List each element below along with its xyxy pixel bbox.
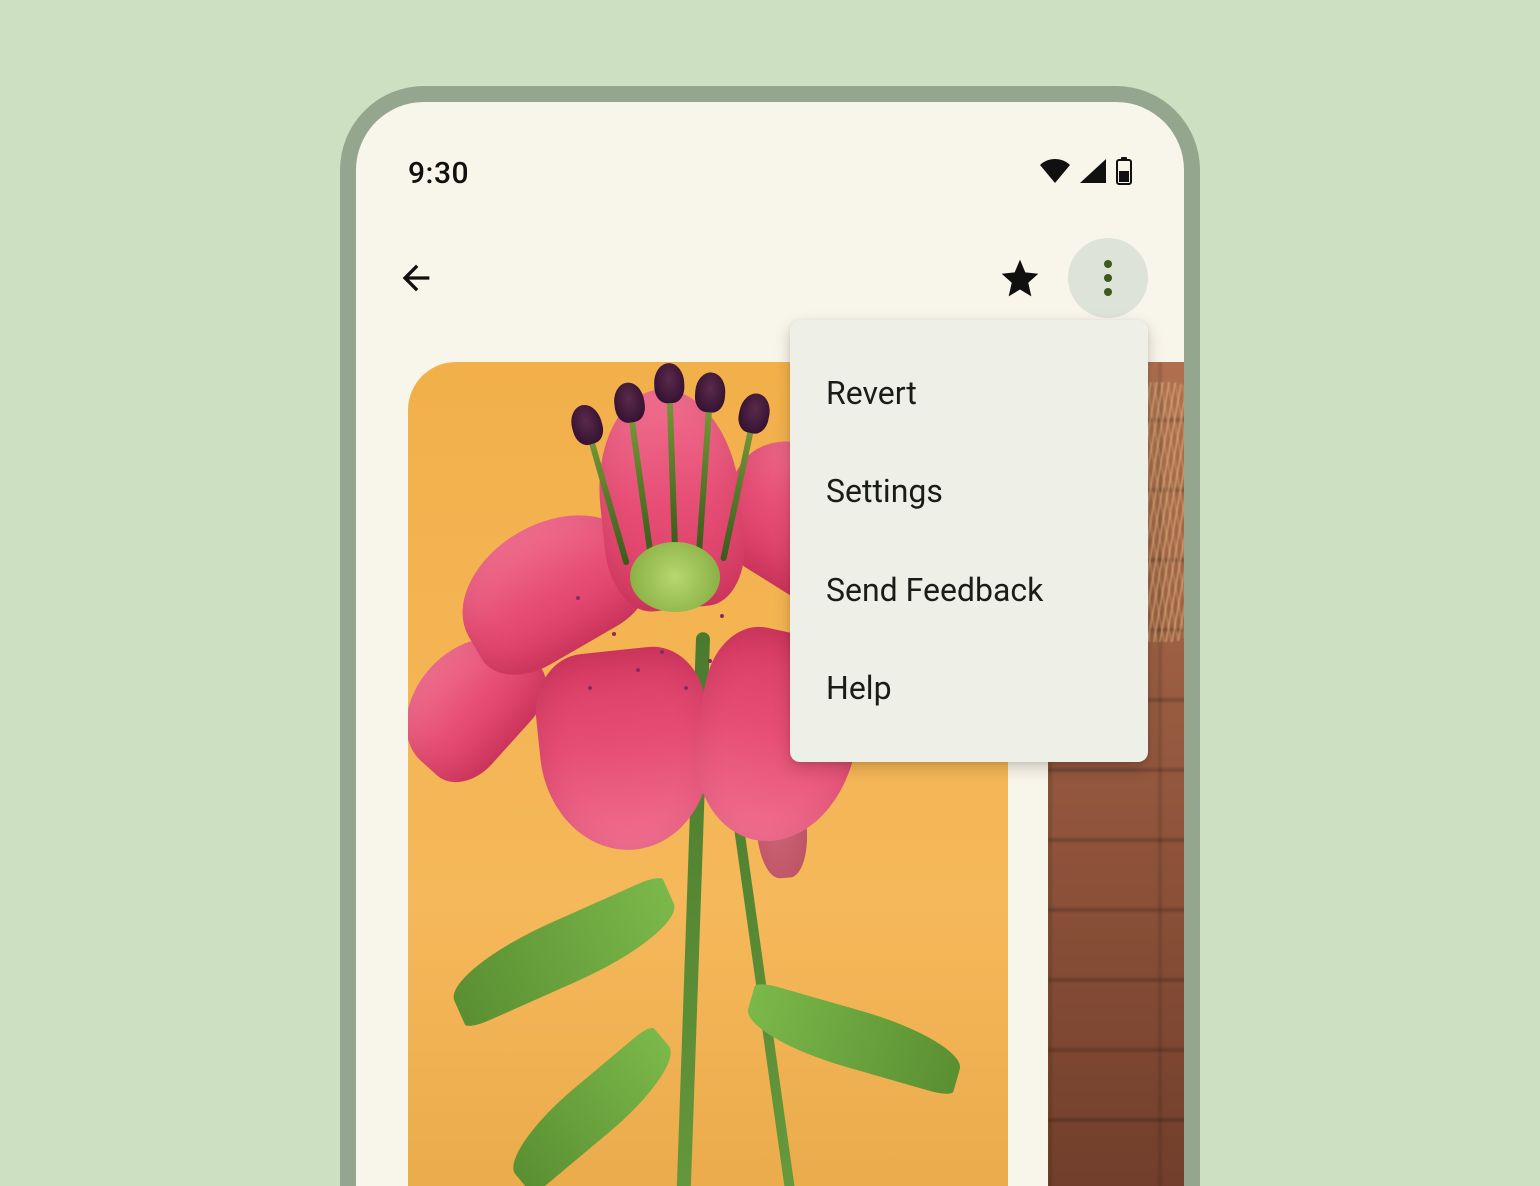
signal-icon	[1080, 159, 1106, 187]
screen: 9:30	[356, 102, 1184, 1186]
more-button[interactable]	[1068, 238, 1148, 318]
menu-item-settings[interactable]: Settings	[790, 442, 1148, 540]
menu-item-send-feedback[interactable]: Send Feedback	[790, 541, 1148, 639]
overflow-menu: Revert Settings Send Feedback Help	[790, 320, 1148, 762]
favorite-button[interactable]	[996, 254, 1044, 302]
star-icon	[998, 256, 1042, 300]
status-bar: 9:30	[356, 102, 1184, 202]
more-vert-icon	[1104, 260, 1112, 296]
menu-item-revert[interactable]: Revert	[790, 344, 1148, 442]
status-icons	[1040, 157, 1132, 189]
wifi-icon	[1040, 159, 1070, 187]
status-time: 9:30	[408, 156, 469, 191]
battery-icon	[1116, 157, 1132, 189]
app-bar	[356, 202, 1184, 338]
back-button[interactable]	[392, 254, 440, 302]
menu-item-help[interactable]: Help	[790, 639, 1148, 737]
arrow-back-icon	[396, 258, 436, 298]
device-frame: 9:30	[340, 86, 1200, 1186]
